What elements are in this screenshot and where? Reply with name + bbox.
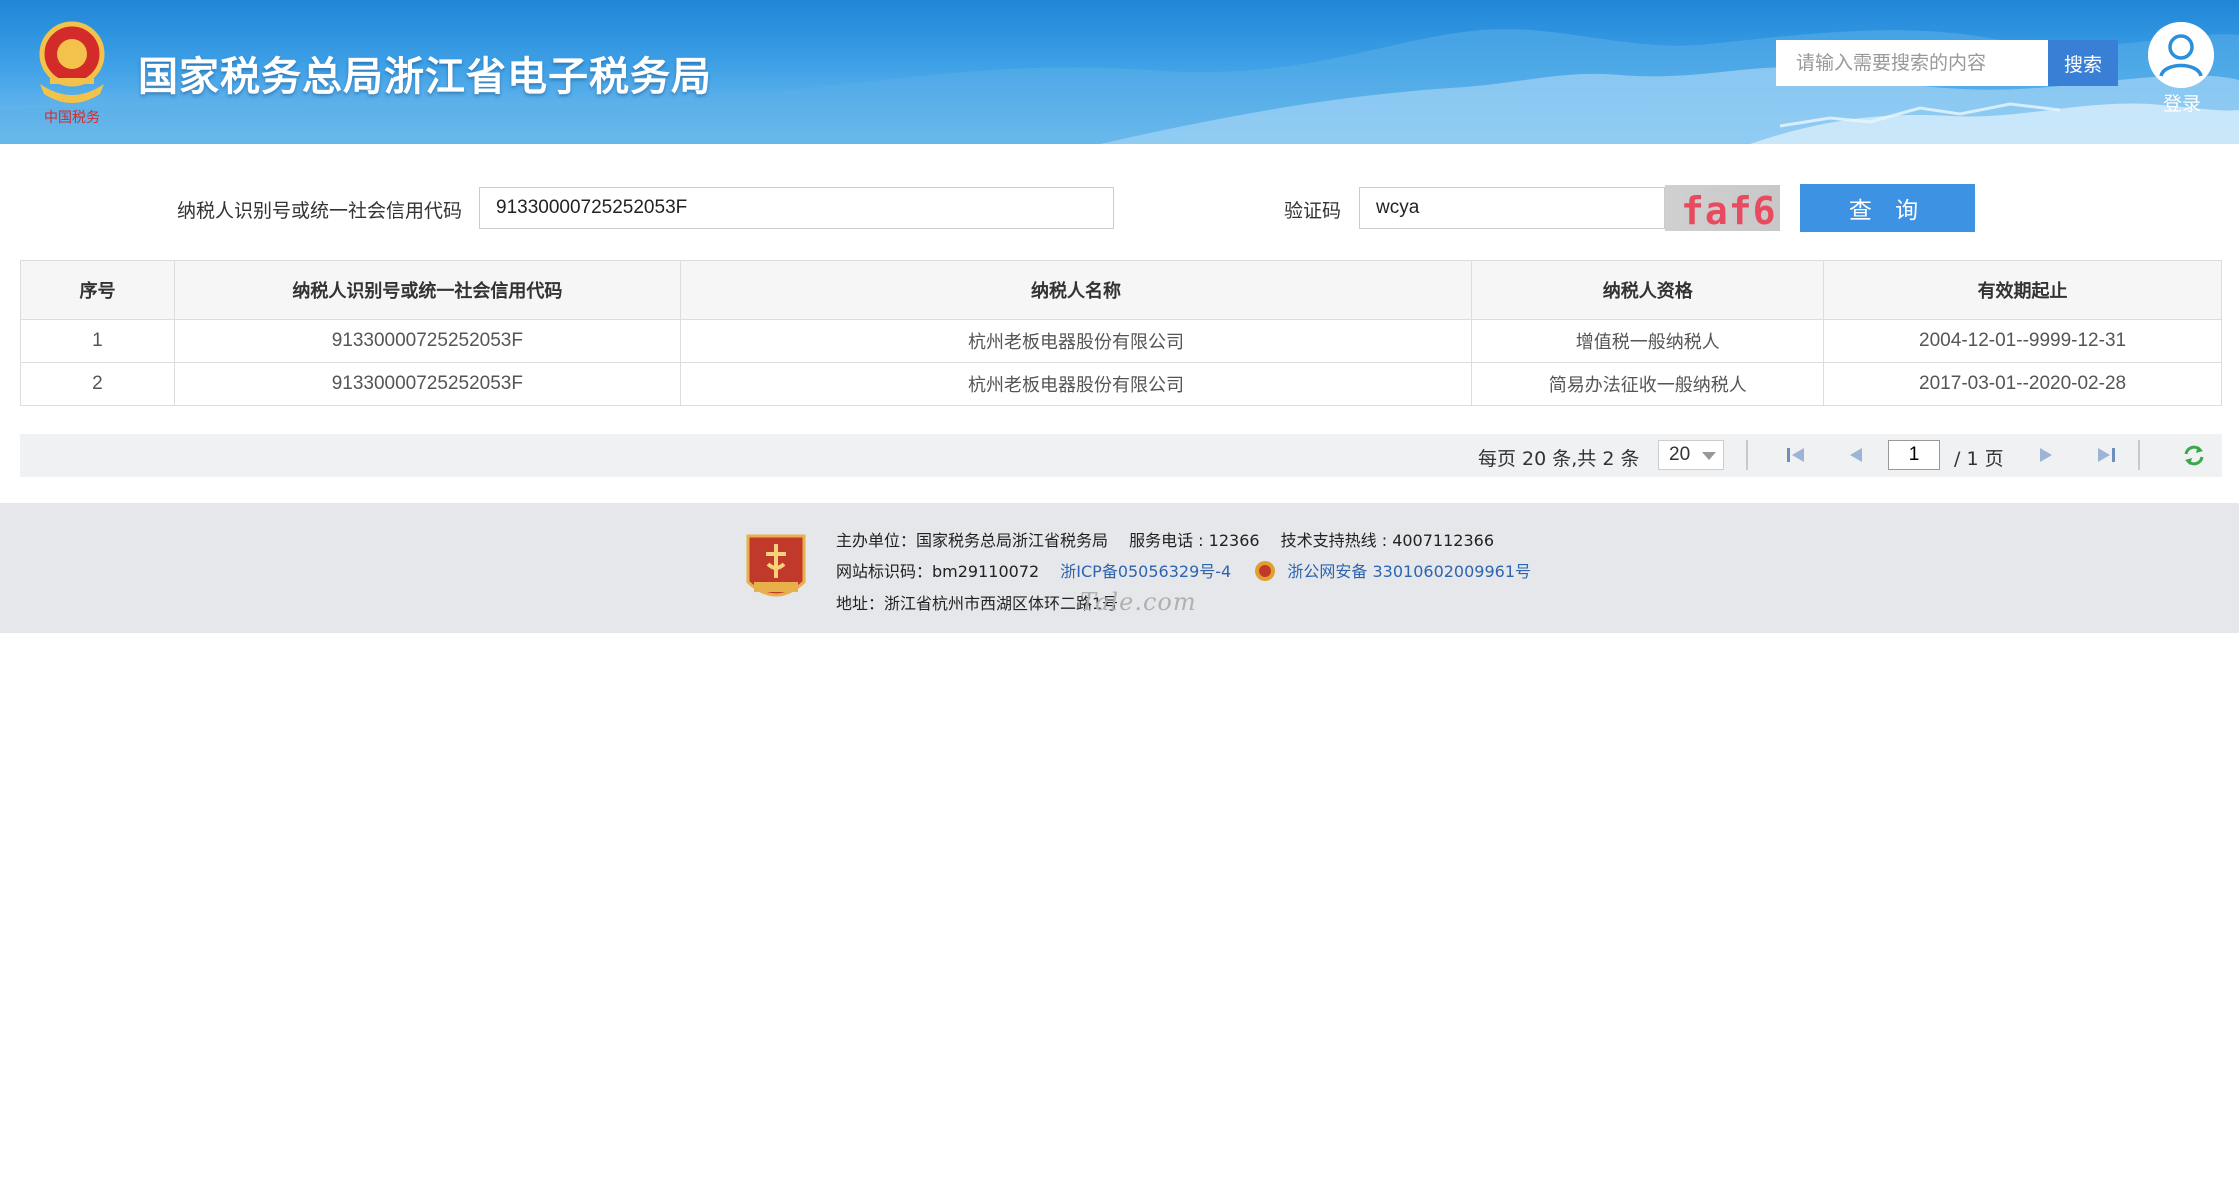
cell-taxpayer-id: 91330000725252053F	[173, 362, 681, 406]
watermark: Tale.com	[1080, 588, 1197, 616]
next-page-icon[interactable]	[2032, 442, 2060, 468]
taxpayer-id-input[interactable]	[479, 187, 1114, 229]
cell-taxpayer-name: 杭州老板电器股份有限公司	[679, 319, 1473, 363]
tax-emblem-icon: 中国税务	[39, 21, 105, 126]
captcha-image[interactable]: faf6	[1665, 185, 1780, 231]
cell-index: 2	[20, 362, 175, 406]
search-button[interactable]: 搜索	[2048, 40, 2118, 86]
page-summary: 每页 20 条,共 2 条	[1478, 448, 1640, 470]
pagination-bar: 每页 20 条,共 2 条 20 / 1 页	[20, 434, 2222, 477]
cell-qualification: 增值税一般纳税人	[1471, 319, 1825, 363]
chevron-down-icon	[1702, 452, 1716, 460]
cell-index: 1	[20, 319, 175, 363]
query-button[interactable]: 查 询	[1800, 184, 1975, 232]
user-avatar-icon[interactable]	[2148, 22, 2214, 88]
table-row: 2 91330000725252053F 杭州老板电器股份有限公司 简易办法征收…	[20, 362, 2222, 406]
previous-page-icon[interactable]	[1842, 442, 1870, 468]
page-size-select[interactable]: 20	[1658, 440, 1724, 470]
police-badge-icon	[1255, 561, 1276, 581]
site-header: 中国税务 国家税务总局浙江省电子税务局 搜索 登录	[0, 0, 2239, 144]
column-header: 纳税人资格	[1471, 260, 1825, 320]
site-title: 国家税务总局浙江省电子税务局	[138, 54, 712, 100]
table-row: 1 91330000725252053F 杭州老板电器股份有限公司 增值税一般纳…	[20, 319, 2222, 363]
footer-site-code: 网站标识码：bm29110072	[836, 562, 1040, 581]
page-size-value: 20	[1669, 444, 1691, 465]
refresh-icon[interactable]	[2180, 442, 2208, 468]
login-link[interactable]: 登录	[2163, 89, 2201, 116]
table-header-row: 序号 纳税人识别号或统一社会信用代码 纳税人名称 纳税人资格 有效期起止	[20, 260, 2222, 320]
captcha-label: 验证码	[1284, 200, 1342, 222]
cell-taxpayer-id: 91330000725252053F	[173, 319, 681, 363]
current-page-input[interactable]	[1888, 440, 1940, 470]
taxpayer-id-label: 纳税人识别号或统一社会信用代码	[177, 200, 463, 222]
column-header: 纳税人识别号或统一社会信用代码	[173, 260, 681, 320]
cell-taxpayer-name: 杭州老板电器股份有限公司	[679, 362, 1473, 406]
footer-links-row: 网站标识码：bm29110072 浙ICP备05056329号-4 浙公网安备 …	[836, 558, 1531, 583]
cell-validity: 2004-12-01--9999-12-31	[1823, 319, 2222, 363]
column-header: 序号	[20, 260, 175, 320]
party-government-badge-icon	[746, 534, 806, 597]
first-page-icon[interactable]	[1782, 442, 1810, 468]
police-record-link[interactable]: 浙公网安备 33010602009961号	[1287, 562, 1531, 581]
column-header: 有效期起止	[1823, 260, 2222, 320]
cell-qualification: 简易办法征收一般纳税人	[1471, 362, 1825, 406]
captcha-text: faf6	[1681, 189, 1777, 231]
cell-validity: 2017-03-01--2020-02-28	[1823, 362, 2222, 406]
results-table: 序号 纳税人识别号或统一社会信用代码 纳税人名称 纳税人资格 有效期起止 1 9…	[20, 260, 2222, 406]
svg-text:中国税务: 中国税务	[44, 110, 100, 126]
footer-address: 地址：浙江省杭州市西湖区体环二路1号	[836, 594, 1119, 613]
search-input[interactable]	[1776, 40, 2048, 86]
footer-organizer: 主办单位：国家税务总局浙江省税务局 服务电话 : 12366 技术支持热线 : …	[836, 531, 1494, 550]
total-pages: / 1 页	[1954, 448, 2004, 470]
captcha-input[interactable]	[1359, 187, 1665, 229]
last-page-icon[interactable]	[2092, 442, 2120, 468]
separator	[1746, 440, 1748, 470]
column-header: 纳税人名称	[679, 260, 1473, 320]
separator	[2138, 440, 2140, 470]
icp-link[interactable]: 浙ICP备05056329号-4	[1060, 562, 1231, 581]
